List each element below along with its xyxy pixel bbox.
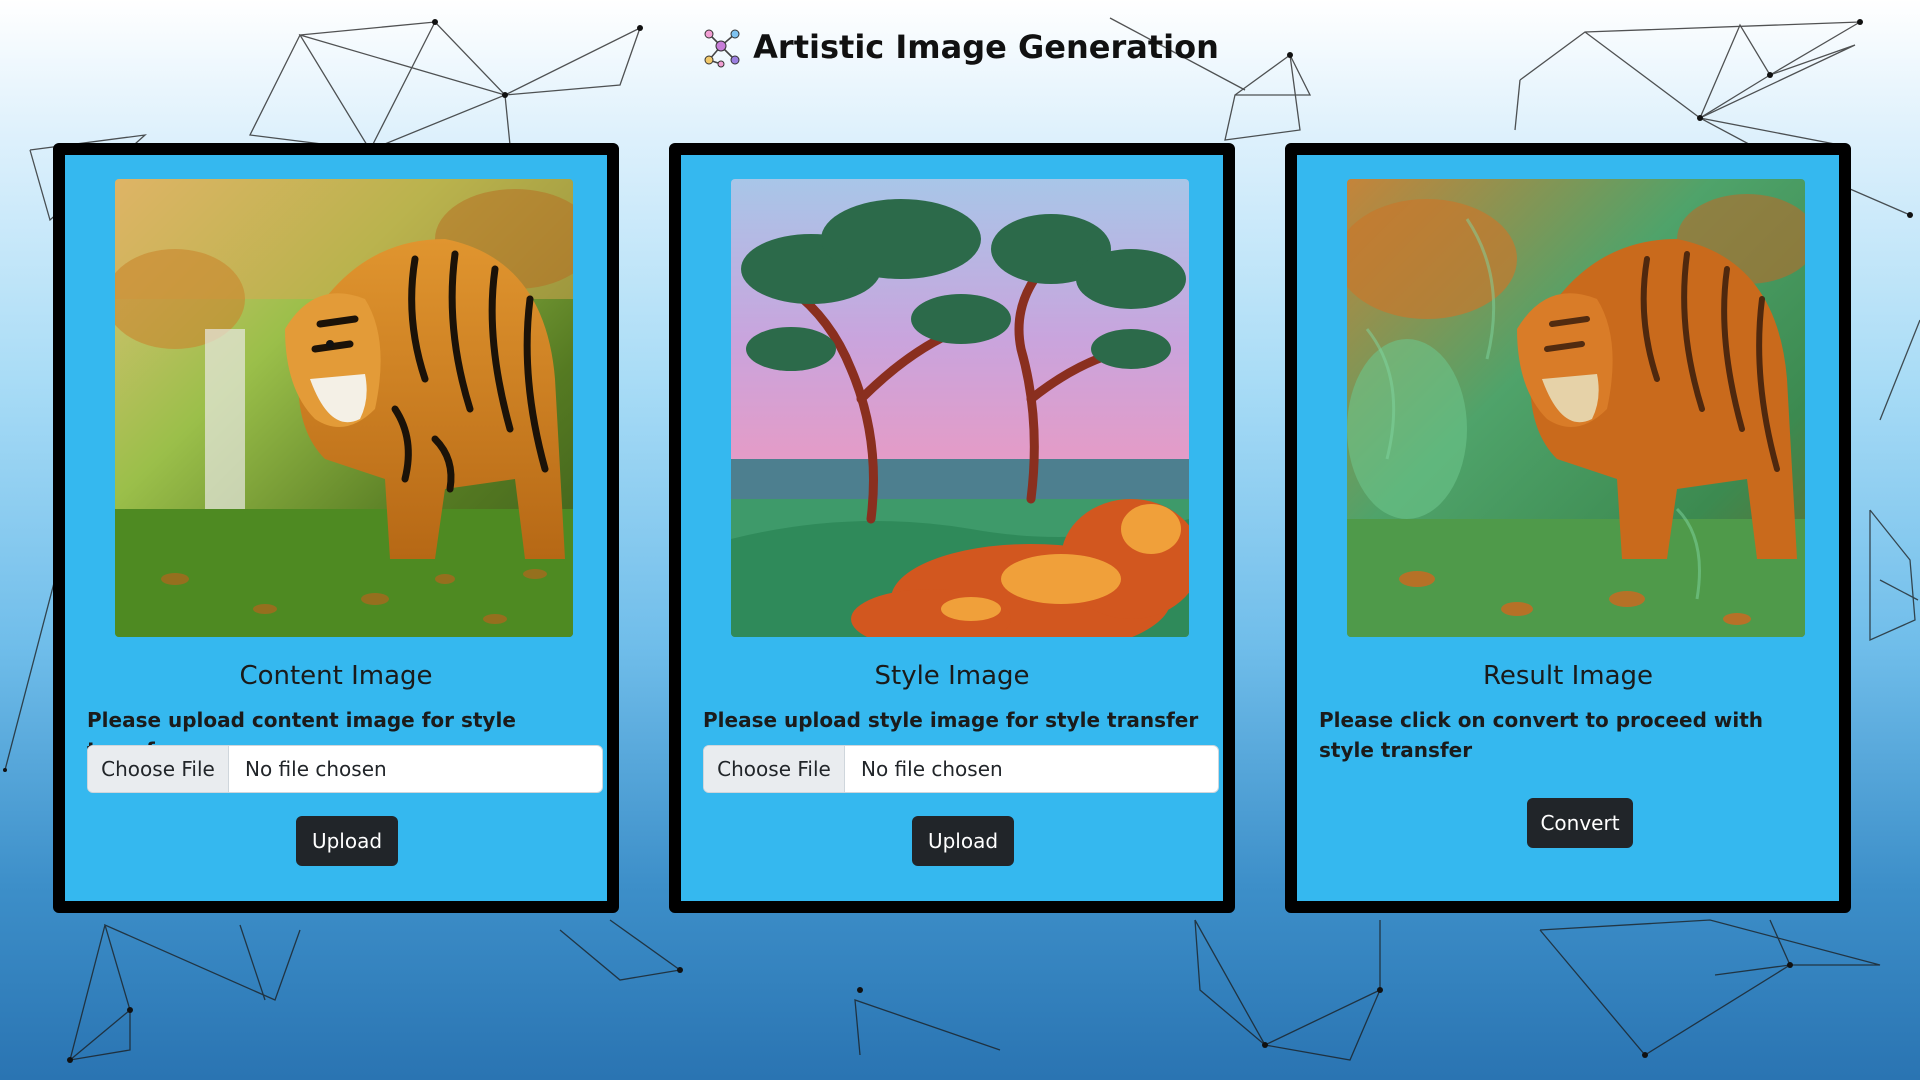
style-image-title: Style Image <box>874 661 1030 691</box>
app-header: Artistic Image Generation <box>0 22 1920 72</box>
style-image-preview <box>731 179 1189 637</box>
choose-file-button[interactable]: Choose File <box>88 746 229 792</box>
style-image-instruction: Please upload style image for style tran… <box>703 708 1199 732</box>
style-image-card: Style Image Please upload style image fo… <box>669 143 1235 913</box>
content-image-card: Content Image Please upload content imag… <box>53 143 619 913</box>
molecule-network-icon <box>704 29 740 68</box>
content-image-preview <box>115 179 573 637</box>
content-image-title: Content Image <box>239 661 433 691</box>
style-file-input[interactable]: Choose File No file chosen <box>703 745 1219 793</box>
upload-style-button[interactable]: Upload <box>912 816 1014 866</box>
result-image-card: Result Image Please click on convert to … <box>1285 143 1851 913</box>
tiger-photo <box>115 179 573 637</box>
upload-content-button[interactable]: Upload <box>296 816 398 866</box>
file-status-text: No file chosen <box>861 757 1003 781</box>
convert-button[interactable]: Convert <box>1527 798 1633 848</box>
impressionist-trees-painting <box>731 179 1189 637</box>
stylized-tiger <box>1347 179 1805 637</box>
file-status-text: No file chosen <box>245 757 387 781</box>
result-image-instruction: Please click on convert to proceed with … <box>1319 708 1764 762</box>
result-image-preview <box>1347 179 1805 637</box>
result-image-title: Result Image <box>1482 661 1654 691</box>
choose-file-button[interactable]: Choose File <box>704 746 845 792</box>
content-file-input[interactable]: Choose File No file chosen <box>87 745 603 793</box>
page-title: Artistic Image Generation <box>753 28 1219 66</box>
